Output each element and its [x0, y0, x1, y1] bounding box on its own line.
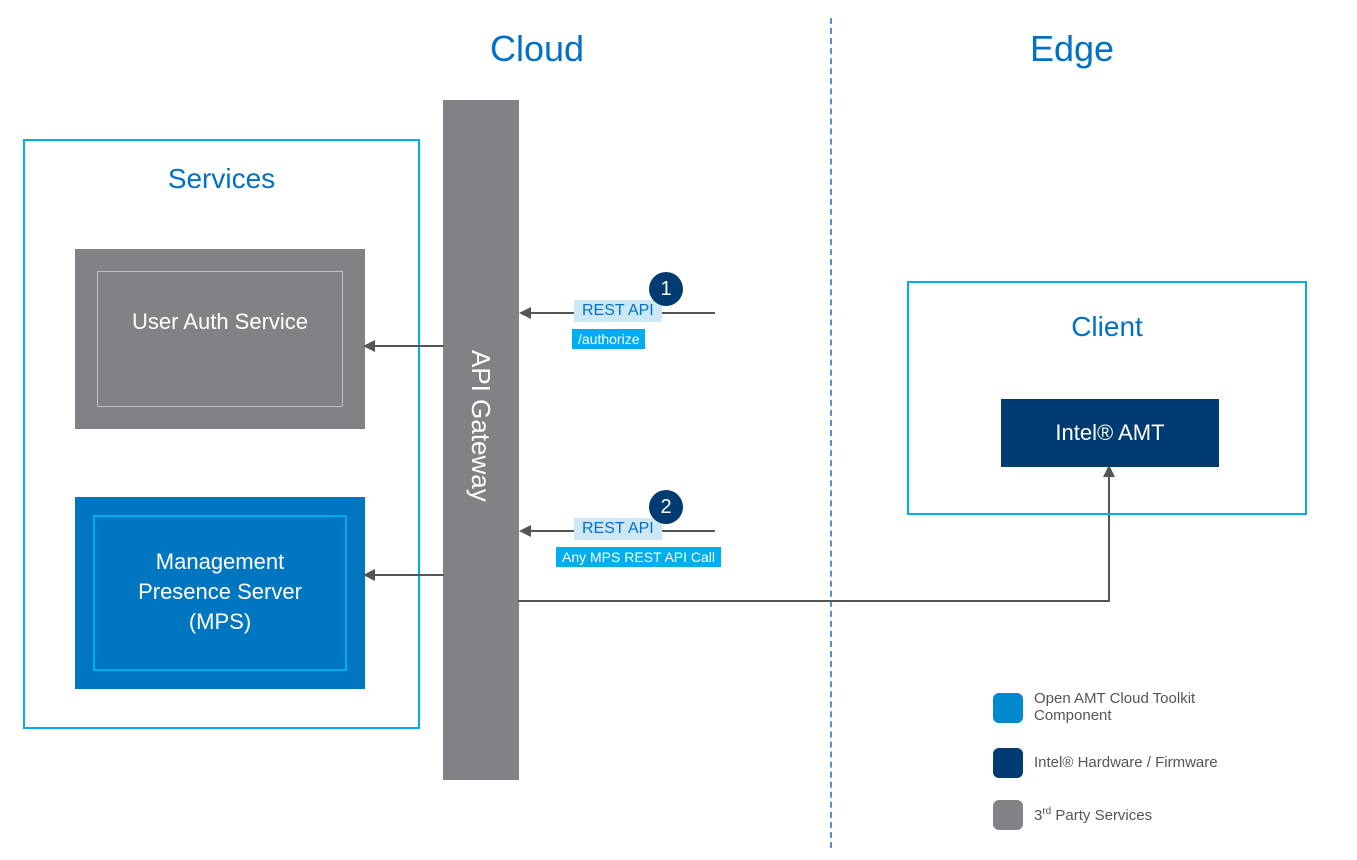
rest2-label: REST API: [574, 518, 662, 540]
cloud-title: Cloud: [490, 28, 584, 70]
services-container: Services User Auth Service Management Pr…: [23, 139, 420, 729]
legend-swatch-toolkit: [993, 693, 1023, 723]
legend3-sup: rd: [1042, 806, 1051, 817]
api-gateway-label: API Gateway: [465, 350, 496, 502]
user-auth-inner: [97, 271, 343, 407]
mps-text: Management Presence Server (MPS): [75, 547, 365, 637]
client-container: Client Intel® AMT: [907, 281, 1307, 515]
legend-text-firmware: Intel® Hardware / Firmware: [1034, 754, 1218, 771]
api-gateway-box: API Gateway: [443, 100, 519, 780]
rest2-arrowhead: [519, 525, 531, 537]
user-auth-box: User Auth Service: [75, 249, 365, 429]
gw-to-mps-line: [372, 574, 444, 576]
services-label: Services: [25, 163, 418, 195]
rest2-badge: 2: [649, 490, 683, 524]
rest2-tag: Any MPS REST API Call: [556, 547, 721, 567]
rest1-badge: 1: [649, 272, 683, 306]
mps-l3: (MPS): [189, 609, 251, 634]
rest1-label: REST API: [574, 300, 662, 322]
gw-to-auth-arrow: [363, 340, 375, 352]
user-auth-text: User Auth Service: [75, 307, 365, 337]
legend-text-3rdparty: 3rd Party Services: [1034, 806, 1152, 824]
legend3-post: Party Services: [1051, 807, 1152, 824]
legend-swatch-3rdparty: [993, 800, 1023, 830]
legend-text-toolkit: Open AMT Cloud Toolkit Component: [1034, 690, 1254, 724]
mps-box: Management Presence Server (MPS): [75, 497, 365, 689]
rest1-tag: /authorize: [572, 329, 645, 349]
cloud-edge-divider: [830, 18, 832, 848]
mps-l1: Management: [156, 549, 284, 574]
gw-to-mps-arrow: [363, 569, 375, 581]
edge-title: Edge: [1030, 28, 1114, 70]
mps-to-amt-h: [518, 600, 1110, 602]
client-label: Client: [909, 311, 1305, 343]
mps-l2: Presence Server: [138, 579, 302, 604]
intel-amt-box: Intel® AMT: [1001, 399, 1219, 467]
gw-to-auth-line: [372, 345, 444, 347]
legend-swatch-firmware: [993, 748, 1023, 778]
rest1-arrowhead: [519, 307, 531, 319]
